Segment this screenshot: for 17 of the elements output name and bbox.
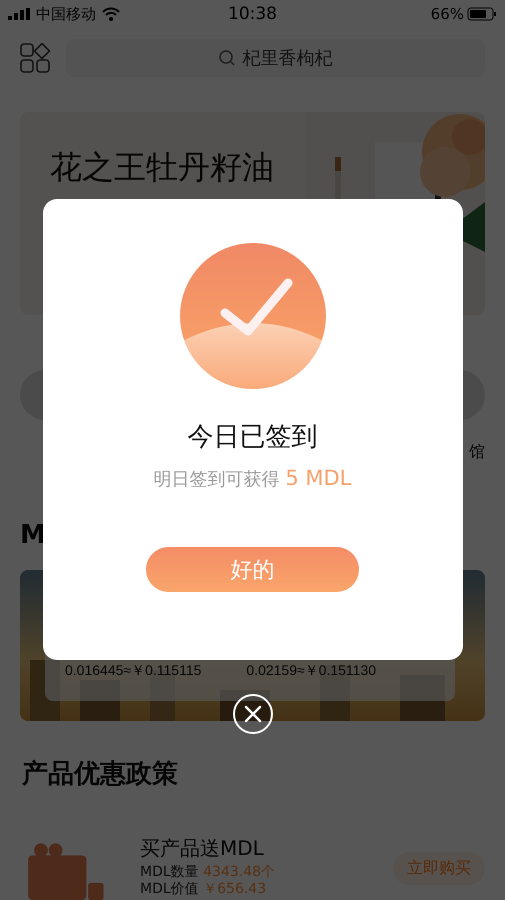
dialog-title: 今日已签到	[188, 421, 318, 454]
ok-button[interactable]: 好的	[146, 547, 359, 592]
search-field[interactable]: 杞里香枸杞	[66, 39, 485, 77]
offer-detail: MDL价值 ￥656.43	[140, 881, 268, 898]
rate-value: 0.02159≈￥0.151130	[246, 662, 376, 678]
banner-title: 花之王牡丹籽油	[50, 148, 274, 186]
rate-value: 0.016445≈￥0.115115	[65, 662, 202, 678]
section-title: 产品优惠政策	[22, 759, 178, 789]
clock-time: 10:38	[228, 4, 277, 24]
buy-button[interactable]: 立即购买	[393, 852, 485, 885]
shortcut-label[interactable]: 馆	[469, 442, 485, 462]
carrier-name: 中国移动	[36, 4, 96, 24]
section-title: M	[20, 520, 46, 550]
battery-percent: 66%	[430, 5, 464, 23]
offer-detail: MDL数量 4343.48个	[140, 864, 276, 881]
offer-title: 买产品送MDL	[140, 836, 264, 860]
dialog-subtitle: 明日签到可获得 5 MDL	[154, 466, 352, 491]
